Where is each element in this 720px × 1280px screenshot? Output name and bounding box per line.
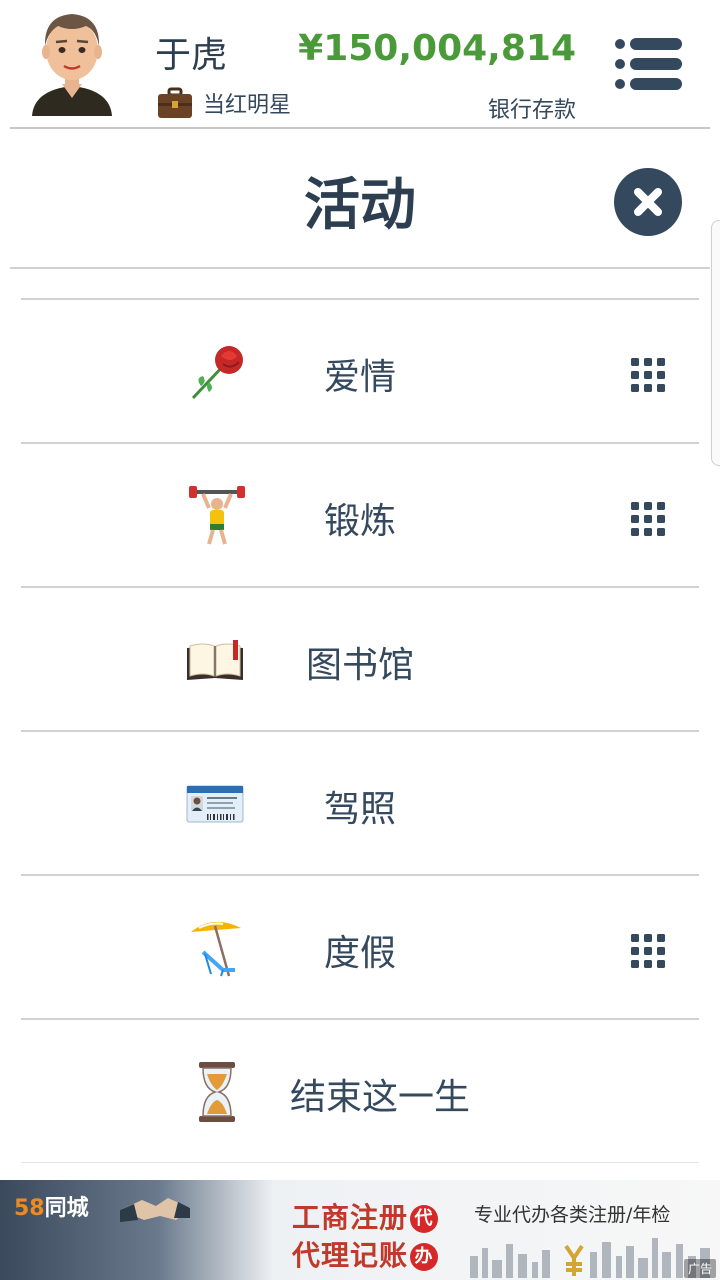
close-button[interactable] — [614, 168, 682, 236]
activity-vacation[interactable]: 度假 — [21, 876, 699, 1020]
activity-label: 结束这一生 — [289, 1077, 470, 1118]
panel-title: 活动 — [304, 173, 416, 238]
activity-list: 爱情 锻炼 图书馆 驾照 度假 结束这一生 — [21, 298, 699, 1163]
ad-slogan: 专业代办各类注册/年检 — [474, 1204, 671, 1226]
job-info: 当红明星 — [157, 86, 291, 120]
grid-options-icon[interactable] — [631, 502, 665, 536]
ad-headline-2: 代理记账办 — [292, 1234, 439, 1274]
ad-headline-2-text: 代理记账 — [292, 1239, 409, 1272]
menu-button[interactable] — [612, 36, 684, 92]
activity-label: 度假 — [323, 933, 396, 974]
avatar — [32, 14, 112, 116]
grid-options-icon[interactable] — [631, 358, 665, 392]
ad-headline-1: 工商注册代 — [292, 1196, 439, 1236]
job-title: 当红明星 — [203, 93, 292, 118]
ad-badge-1: 代 — [410, 1205, 439, 1233]
activity-library[interactable]: 图书馆 — [21, 588, 699, 732]
ad-brand: 58同城 — [14, 1190, 89, 1222]
activity-exercise[interactable]: 锻炼 — [21, 444, 699, 588]
briefcase-icon — [158, 87, 192, 118]
activity-driver-license[interactable]: 驾照 — [21, 732, 699, 876]
bank-balance: ¥150,004,814 — [298, 28, 576, 69]
activity-end-life[interactable]: 结束这一生 — [21, 1020, 699, 1163]
ad-brand-number: 58 — [14, 1196, 45, 1221]
grid-options-icon[interactable] — [631, 934, 665, 968]
ad-headline-1-text: 工商注册 — [292, 1201, 409, 1234]
close-icon — [634, 188, 662, 216]
handshake-icon — [120, 1198, 190, 1222]
side-scroll-handle[interactable] — [711, 220, 720, 466]
ad-brand-name: 同城 — [44, 1196, 89, 1221]
ad-badge-2: 办 — [410, 1243, 439, 1271]
skyline-decoration — [470, 1238, 710, 1278]
ad-tag: 广告 — [683, 1259, 716, 1278]
activity-label: 爱情 — [323, 357, 396, 398]
activity-label: 图书馆 — [305, 645, 414, 686]
activity-love[interactable]: 爱情 — [21, 300, 699, 444]
ad-banner[interactable]: 58同城 工商注册代 代理记账办 专业代办各类注册/年检 广告 — [0, 1180, 720, 1280]
bank-balance-label: 银行存款 — [487, 98, 576, 123]
activity-label: 锻炼 — [323, 501, 396, 542]
list-menu-icon — [615, 38, 682, 90]
title-divider — [10, 267, 710, 269]
activity-label: 驾照 — [323, 789, 396, 830]
header-divider — [10, 127, 710, 129]
player-header: 于虎 当红明星 ¥150,004,814 银行存款 — [0, 0, 720, 128]
player-name: 于虎 — [155, 35, 228, 76]
